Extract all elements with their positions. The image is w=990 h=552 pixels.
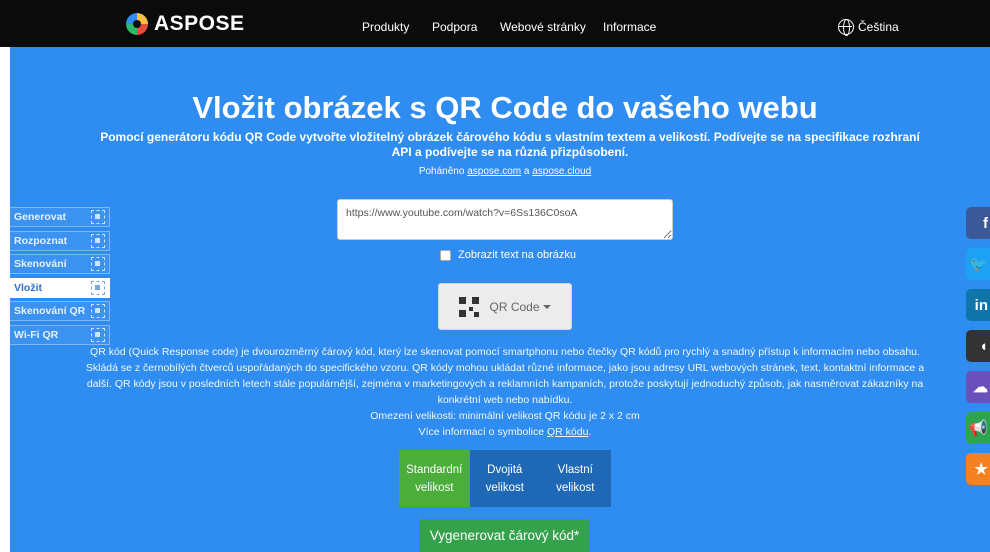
description-paragraph: QR kód (Quick Response code) je dvourozm…	[85, 346, 925, 406]
sidebar-item-label: Skenování QR	[14, 305, 86, 317]
cloud-icon[interactable]: ☁	[966, 371, 990, 403]
sidebar-item-label: Skenování	[14, 258, 67, 270]
twitter-icon[interactable]: 🐦	[966, 248, 990, 280]
more-info-prefix: Více informací o symbolice	[418, 426, 545, 438]
size-limit-text: Omezení velikosti: minimální velikost QR…	[370, 410, 640, 422]
facebook-icon[interactable]: f	[966, 207, 990, 239]
sidebar-item-skenovani[interactable]: Skenování	[10, 254, 110, 274]
megaphone-icon[interactable]: 📢	[966, 412, 990, 444]
show-text-label: Zobrazit text na obrázku	[458, 249, 577, 261]
sidebar-item-generovat[interactable]: Generovat	[10, 207, 110, 227]
language-label: Čeština	[858, 20, 899, 34]
wifi-qr-icon	[91, 327, 105, 342]
powered-by: Poháněno aspose.com a aspose.cloud	[0, 166, 990, 177]
side-menu: Generovat Rozpoznat Skenování Vložit Ske…	[10, 207, 110, 348]
generate-barcode-button[interactable]: Vygenerovat čárový kód*	[419, 519, 590, 552]
barcode-icon	[91, 280, 105, 295]
sidebar-item-label: Rozpoznat	[14, 234, 68, 247]
qr-description: QR kód (Quick Response code) je dvourozm…	[80, 344, 930, 440]
qr-scan-icon	[91, 233, 105, 248]
language-selector[interactable]: Čeština	[838, 19, 899, 36]
linkedin-icon[interactable]: in	[966, 289, 990, 321]
sidebar-item-label: Wi-Fi QR	[14, 328, 59, 341]
brand-name: ASPOSE	[154, 12, 245, 35]
sidebar-item-wifi-qr[interactable]: Wi-Fi QR	[10, 324, 110, 345]
top-navbar: ASPOSE Produkty Podpora Webové stránky I…	[0, 0, 990, 47]
sidebar-item-label: Generovat	[14, 211, 66, 223]
aspose-com-link[interactable]: aspose.com	[467, 166, 521, 177]
aspose-logo-icon	[126, 13, 148, 35]
globe-icon	[838, 19, 854, 36]
sidebar-item-label: Vložit	[14, 281, 42, 294]
more-info: Více informací o symbolice QR kódu.	[80, 424, 930, 440]
powered-prefix: Poháněno	[418, 166, 465, 177]
sidebar-item-skenovani-qr[interactable]: Skenování QR	[10, 301, 110, 321]
qr-scan-icon	[91, 304, 105, 318]
url-input[interactable]: https://www.youtube.com/watch?v=6Ss136C0…	[337, 199, 673, 240]
page-title: Vložit obrázek s QR Code do vašeho webu	[192, 90, 818, 125]
page-left-edge	[0, 0, 10, 552]
standard-size-button[interactable]: Standardní velikost	[399, 450, 470, 507]
show-text-option[interactable]: Zobrazit text na obrázku	[440, 249, 576, 261]
powered-and: a	[523, 166, 530, 177]
scan-icon	[91, 257, 105, 271]
star-icon[interactable]: ★	[966, 453, 990, 485]
brand-logo[interactable]: ASPOSE	[126, 12, 245, 36]
nav-informace[interactable]: Informace	[603, 20, 656, 34]
nav-webove-stranky[interactable]: Webové stránky	[500, 20, 586, 34]
barcode-type-label: QR Code	[489, 300, 551, 314]
sidebar-item-rozpoznat[interactable]: Rozpoznat	[10, 230, 110, 251]
caret-down-icon	[542, 305, 551, 310]
page-subtitle: Pomocí generátoru kódu QR Code vytvořte …	[100, 130, 920, 159]
custom-size-button[interactable]: Vlastní velikost	[540, 450, 611, 507]
sidebar-item-vlozit[interactable]: Vložit	[10, 277, 110, 298]
more-info-suffix: .	[588, 426, 592, 438]
size-selector: Standardní velikost Dvojitá velikost Vlast…	[399, 450, 611, 507]
qr-symbology-link[interactable]: QR kódu	[547, 426, 588, 438]
aspose-cloud-link[interactable]: aspose.cloud	[532, 166, 591, 177]
qr-code-icon	[459, 296, 480, 317]
barcode-type-dropdown[interactable]: QR Code	[438, 283, 572, 330]
double-size-button[interactable]: Dvojitá velikost	[469, 450, 540, 507]
github-icon[interactable]: ◖	[966, 330, 990, 362]
nav-podpora[interactable]: Podpora	[432, 20, 477, 34]
nav-produkty[interactable]: Produkty	[362, 20, 409, 34]
qr-icon	[91, 210, 105, 224]
show-text-checkbox[interactable]	[440, 249, 451, 261]
